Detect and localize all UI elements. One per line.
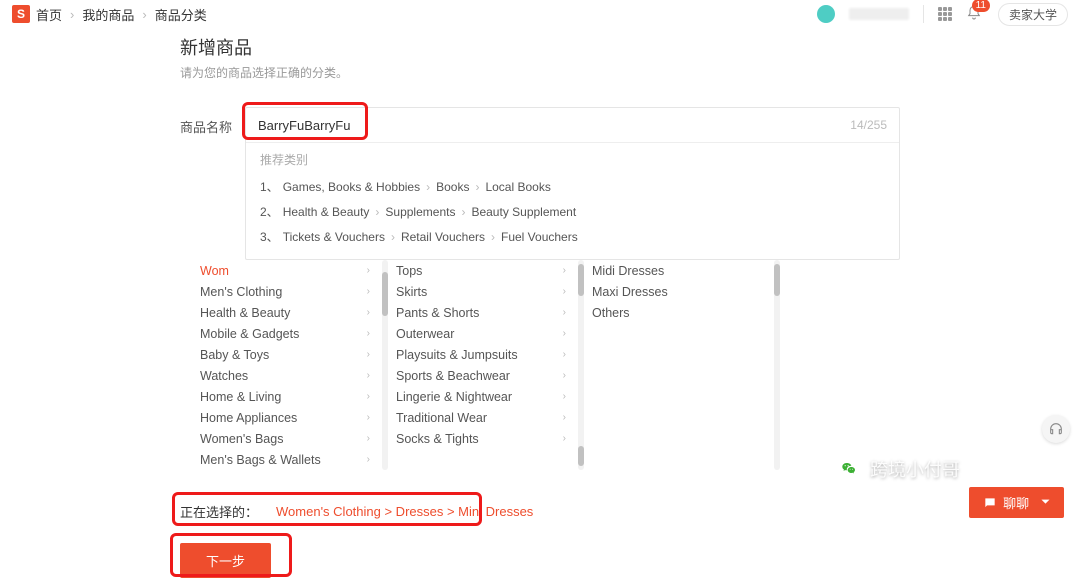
category-item[interactable]: Outerwear›: [396, 323, 584, 344]
chevron-right-icon: ›: [367, 286, 370, 297]
breadcrumb: 首页 › 我的商品 › 商品分类: [36, 5, 207, 24]
chevron-right-icon: ›: [563, 307, 566, 318]
notification-badge: 11: [972, 0, 990, 12]
scrollbar[interactable]: [774, 260, 780, 470]
chevron-right-icon: ›: [563, 265, 566, 276]
chevron-right-icon: ›: [367, 349, 370, 360]
page-subtitle: 请为您的商品选择正确的分类。: [180, 64, 900, 81]
category-item[interactable]: Women's Bags›: [200, 428, 388, 449]
category-item[interactable]: Maxi Dresses: [592, 281, 780, 302]
category-item[interactable]: Men's Clothing›: [200, 281, 388, 302]
category-item[interactable]: Traditional Wear›: [396, 407, 584, 428]
seller-university-button[interactable]: 卖家大学: [998, 3, 1068, 26]
category-item[interactable]: Wom›: [200, 260, 388, 281]
category-item[interactable]: Skirts›: [396, 281, 584, 302]
category-col-1[interactable]: Wom›Men's Clothing›Health & Beauty›Mobil…: [200, 260, 388, 470]
chevron-right-icon: ›: [367, 391, 370, 402]
chevron-right-icon: ›: [142, 7, 146, 22]
breadcrumb-home[interactable]: 首页: [36, 5, 62, 24]
chevron-right-icon: ›: [563, 433, 566, 444]
logo[interactable]: S: [12, 5, 30, 23]
char-counter: 14/255: [850, 118, 887, 132]
avatar[interactable]: [817, 5, 835, 23]
chevron-right-icon: ›: [367, 307, 370, 318]
notifications-icon[interactable]: 11: [966, 5, 984, 23]
category-item[interactable]: Tops›: [396, 260, 584, 281]
scrollbar[interactable]: [578, 260, 584, 470]
category-item[interactable]: Home Appliances›: [200, 407, 388, 428]
category-item[interactable]: Pants & Shorts›: [396, 302, 584, 323]
category-item[interactable]: Lingerie & Nightwear›: [396, 386, 584, 407]
chat-button[interactable]: 聊聊 ⏷: [969, 487, 1064, 518]
chevron-right-icon: ›: [563, 349, 566, 360]
collapse-icon: ⏷: [1041, 496, 1050, 509]
product-name-input[interactable]: [258, 118, 850, 133]
suggest-title: 推荐类别: [260, 151, 885, 168]
chevron-right-icon: ›: [367, 265, 370, 276]
category-item[interactable]: Watches›: [200, 365, 388, 386]
chevron-right-icon: ›: [70, 7, 74, 22]
chevron-right-icon: ›: [563, 370, 566, 381]
breadcrumb-category[interactable]: 商品分类: [155, 5, 207, 24]
next-button[interactable]: 下一步: [180, 543, 271, 578]
category-item[interactable]: Playsuits & Jumpsuits›: [396, 344, 584, 365]
name-label: 商品名称: [180, 107, 245, 136]
username-blurred: [849, 8, 909, 20]
chevron-right-icon: ›: [367, 328, 370, 339]
page-title: 新增商品: [180, 34, 900, 60]
category-col-2[interactable]: Tops›Skirts›Pants & Shorts›Outerwear›Pla…: [396, 260, 584, 449]
wechat-icon: [836, 456, 862, 482]
category-col-3[interactable]: Midi DressesMaxi DressesOthers: [592, 260, 780, 323]
category-item[interactable]: Sports & Beachwear›: [396, 365, 584, 386]
suggest-item-2[interactable]: 2、 Health & Beauty› Supplements› Beauty …: [260, 199, 885, 224]
chevron-right-icon: ›: [367, 412, 370, 423]
chevron-right-icon: ›: [367, 370, 370, 381]
category-item[interactable]: Health & Beauty›: [200, 302, 388, 323]
selected-path: Women's Clothing > Dresses > Mini Dresse…: [276, 504, 533, 519]
category-item[interactable]: Socks & Tights›: [396, 428, 584, 449]
category-item[interactable]: Midi Dresses: [592, 260, 780, 281]
category-item[interactable]: Home & Living›: [200, 386, 388, 407]
chevron-right-icon: ›: [367, 433, 370, 444]
suggest-item-3[interactable]: 3、 Tickets & Vouchers› Retail Vouchers› …: [260, 224, 885, 249]
chevron-right-icon: ›: [563, 412, 566, 423]
watermark: 跨境小付哥: [836, 456, 960, 482]
category-item[interactable]: Men's Bags & Wallets›: [200, 449, 388, 470]
scrollbar[interactable]: [382, 260, 388, 470]
chevron-right-icon: ›: [563, 391, 566, 402]
headset-fab[interactable]: [1042, 415, 1070, 443]
suggest-item-1[interactable]: 1、 Games, Books & Hobbies› Books› Local …: [260, 174, 885, 199]
chevron-right-icon: ›: [563, 286, 566, 297]
chevron-right-icon: ›: [367, 454, 370, 465]
suggest-dropdown: 推荐类别 1、 Games, Books & Hobbies› Books› L…: [246, 142, 899, 259]
chevron-right-icon: ›: [563, 328, 566, 339]
category-item[interactable]: Mobile & Gadgets›: [200, 323, 388, 344]
selected-label: 正在选择的：: [180, 502, 258, 521]
category-item[interactable]: Baby & Toys›: [200, 344, 388, 365]
apps-grid-icon[interactable]: [938, 7, 952, 21]
divider: [923, 5, 924, 23]
category-item[interactable]: Others: [592, 302, 780, 323]
breadcrumb-products[interactable]: 我的商品: [82, 5, 134, 24]
